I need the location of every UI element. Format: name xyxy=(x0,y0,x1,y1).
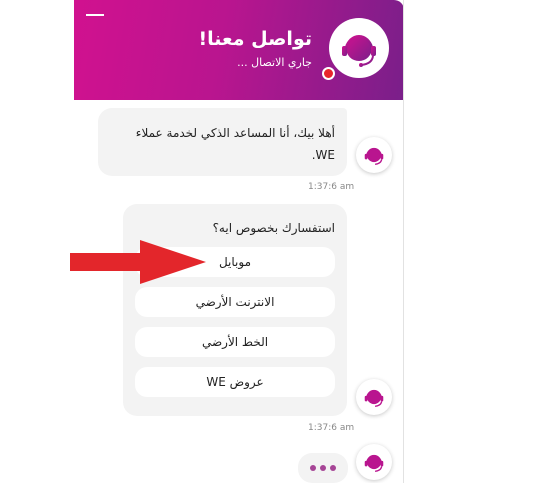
headset-agent-icon xyxy=(364,147,384,165)
message-timestamp: 1:37:6 am xyxy=(308,423,355,433)
typing-dot xyxy=(320,465,326,471)
agent-avatar xyxy=(329,18,389,78)
headset-agent-icon xyxy=(364,454,384,472)
option-home-internet-button[interactable]: الانترنت الأرضي xyxy=(135,287,335,317)
typing-dot xyxy=(310,465,316,471)
connection-status: جاري الاتصال ... xyxy=(237,56,312,69)
option-we-offers-button[interactable]: عروض WE xyxy=(135,367,335,397)
bot-message-text: أهلا بيك، أنا المساعد الذكي لخدمة عملاء … xyxy=(135,126,335,162)
headset-agent-icon xyxy=(364,389,384,407)
status-dot xyxy=(322,67,335,80)
bot-question-bubble: استفسارك بخصوص ايه؟ موبايل الانترنت الأر… xyxy=(123,204,347,416)
headset-agent-icon xyxy=(342,35,376,67)
bot-question-text: استفسارك بخصوص ايه؟ xyxy=(212,221,335,235)
red-arrow-annotation xyxy=(70,240,206,284)
chat-header: تواصل معنا! جاري الاتصال ... xyxy=(74,0,404,100)
bot-message-bubble: أهلا بيك، أنا المساعد الذكي لخدمة عملاء … xyxy=(98,108,347,176)
header-title: تواصل معنا! xyxy=(198,28,312,50)
bot-avatar xyxy=(356,379,392,415)
message-timestamp: 1:37:6 am xyxy=(308,182,355,192)
typing-indicator xyxy=(298,453,348,483)
minimize-icon[interactable] xyxy=(86,14,104,16)
bot-avatar xyxy=(356,444,392,480)
option-landline-button[interactable]: الخط الأرضي xyxy=(135,327,335,357)
bot-avatar xyxy=(356,137,392,173)
typing-dot xyxy=(330,465,336,471)
